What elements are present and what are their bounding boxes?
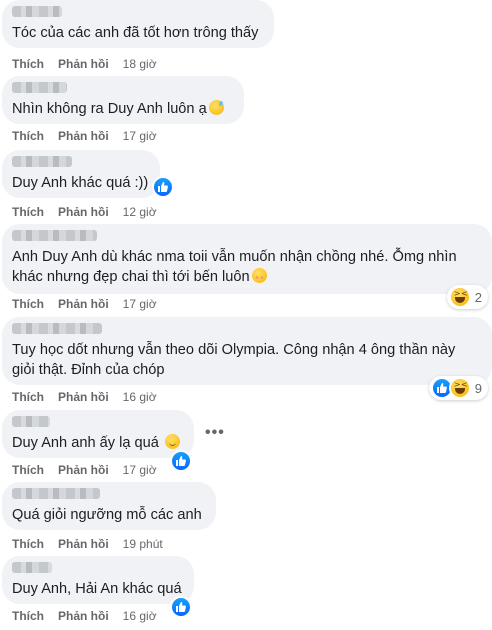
comment-actions: Thích Phản hồi 16 giờ xyxy=(12,390,157,404)
like-link[interactable]: Thích xyxy=(12,297,44,311)
author-name-blurred xyxy=(12,230,97,241)
timestamp[interactable]: 17 giờ xyxy=(123,463,157,477)
comment-actions: Thích Phản hồi 16 giờ xyxy=(12,609,157,623)
comment-text: Tuy học dốt nhưng vẫn theo dõi Olympia. … xyxy=(12,342,456,378)
like-link[interactable]: Thích xyxy=(12,609,44,623)
comment-actions: Thích Phản hồi 17 giờ xyxy=(12,297,157,311)
comment-actions: Thích Phản hồi 17 giờ xyxy=(12,463,157,477)
reaction-count: 9 xyxy=(474,380,482,396)
blush-emoji-icon xyxy=(251,268,267,283)
comment-text-content: Nhìn không ra Duy Anh luôn ạ xyxy=(12,101,207,117)
comment-actions: Thích Phản hồi 18 giờ xyxy=(12,57,157,71)
comment-text-content: Anh Duy Anh dù khác nma toii vẫn muốn nh… xyxy=(12,249,457,285)
comment-text: Anh Duy Anh dù khác nma toii vẫn muốn nh… xyxy=(12,247,482,287)
more-options-icon[interactable]: ••• xyxy=(205,424,225,442)
like-reaction-icon[interactable] xyxy=(152,176,174,198)
comment-actions: Thích Phản hồi 19 phút xyxy=(12,537,163,551)
comment-text: Nhìn không ra Duy Anh luôn ạ xyxy=(12,99,234,119)
comment-text: Tóc của các anh đã tốt hơn trông thấy xyxy=(12,25,259,41)
timestamp[interactable]: 12 giờ xyxy=(123,205,157,219)
comment-bubble: Duy Anh anh ấy lạ quá xyxy=(2,410,194,458)
reply-link[interactable]: Phản hồi xyxy=(58,57,109,71)
timestamp[interactable]: 19 phút xyxy=(123,537,163,551)
reaction-summary[interactable]: 9 xyxy=(428,376,488,400)
author-name-blurred xyxy=(12,323,102,334)
like-link[interactable]: Thích xyxy=(12,57,44,71)
reply-link[interactable]: Phản hồi xyxy=(58,463,109,477)
haha-reaction-icon xyxy=(448,286,471,308)
smile-emoji-icon xyxy=(164,434,180,449)
comment-text: Duy Anh anh ấy lạ quá xyxy=(12,433,184,453)
reply-link[interactable]: Phản hồi xyxy=(58,537,109,551)
reply-link[interactable]: Phản hồi xyxy=(58,609,109,623)
like-reaction-icon[interactable] xyxy=(170,596,192,618)
reply-link[interactable]: Phản hồi xyxy=(58,390,109,404)
author-name-blurred xyxy=(12,82,67,93)
comment-bubble: Tóc của các anh đã tốt hơn trông thấy xyxy=(2,0,274,48)
timestamp[interactable]: 17 giờ xyxy=(123,129,157,143)
comment-bubble: Quá giỏi ngưỡng mỗ các anh xyxy=(2,482,216,530)
comment-bubble: Nhìn không ra Duy Anh luôn ạ xyxy=(2,76,244,124)
author-name-blurred xyxy=(12,6,62,17)
author-name-blurred xyxy=(12,488,100,499)
comment-actions: Thích Phản hồi 17 giờ xyxy=(12,129,157,143)
timestamp[interactable]: 16 giờ xyxy=(123,390,157,404)
comment-actions: Thích Phản hồi 12 giờ xyxy=(12,205,157,219)
author-name-blurred xyxy=(12,562,52,573)
like-link[interactable]: Thích xyxy=(12,463,44,477)
reaction-count: 2 xyxy=(474,289,482,305)
author-name-blurred xyxy=(12,416,50,427)
haha-reaction-icon xyxy=(448,377,471,399)
like-link[interactable]: Thích xyxy=(12,390,44,404)
reaction-summary[interactable]: 2 xyxy=(446,285,488,309)
reply-link[interactable]: Phản hồi xyxy=(58,297,109,311)
comment-bubble: Duy Anh khác quá :)) xyxy=(2,150,160,198)
timestamp[interactable]: 16 giờ xyxy=(123,609,157,623)
comment-text: Quá giỏi ngưỡng mỗ các anh xyxy=(12,507,202,523)
sweat-smile-emoji-icon xyxy=(208,100,224,115)
timestamp[interactable]: 17 giờ xyxy=(123,297,157,311)
like-reaction-icon[interactable] xyxy=(170,450,192,472)
comment-bubble: Anh Duy Anh dù khác nma toii vẫn muốn nh… xyxy=(2,224,492,294)
comment-text-content: Duy Anh anh ấy lạ quá xyxy=(12,435,159,451)
reply-link[interactable]: Phản hồi xyxy=(58,129,109,143)
comment-text: Duy Anh, Hải An khác quá xyxy=(12,581,182,597)
like-link[interactable]: Thích xyxy=(12,205,44,219)
like-link[interactable]: Thích xyxy=(12,129,44,143)
comment-text: Duy Anh khác quá :)) xyxy=(12,175,149,191)
comment-bubble: Tuy học dốt nhưng vẫn theo dõi Olympia. … xyxy=(2,317,492,385)
comment-bubble: Duy Anh, Hải An khác quá xyxy=(2,556,194,604)
like-link[interactable]: Thích xyxy=(12,537,44,551)
reply-link[interactable]: Phản hồi xyxy=(58,205,109,219)
author-name-blurred xyxy=(12,156,72,167)
timestamp[interactable]: 18 giờ xyxy=(123,57,157,71)
